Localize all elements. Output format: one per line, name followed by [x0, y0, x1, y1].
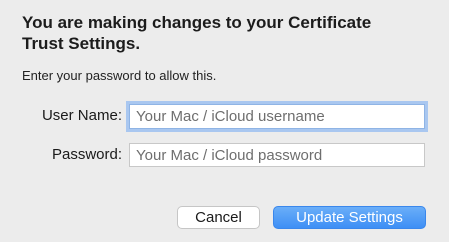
auth-dialog: You are making changes to your Certifica…: [0, 0, 449, 242]
dialog-subtitle: Enter your password to allow this.: [22, 68, 217, 83]
dialog-title: You are making changes to your Certifica…: [22, 13, 372, 53]
user-name-label: User Name:: [41, 107, 122, 124]
user-name-input[interactable]: [129, 104, 425, 129]
cancel-button[interactable]: Cancel: [177, 206, 260, 229]
password-label: Password:: [51, 146, 122, 163]
password-input[interactable]: [129, 143, 425, 167]
update-settings-button[interactable]: Update Settings: [273, 206, 426, 229]
